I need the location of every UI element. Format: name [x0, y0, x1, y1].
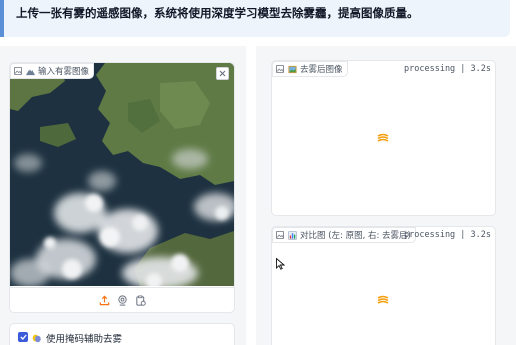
input-image-label-text: 输入有雾图像 — [38, 67, 90, 77]
webcam-icon[interactable] — [117, 294, 128, 306]
mask-option-label-text: 使用掩码辅助去雾 — [46, 334, 123, 345]
image-icon — [276, 65, 284, 73]
mouse-cursor-icon — [276, 258, 285, 270]
hazy-satellite-image[interactable] — [10, 63, 234, 286]
mountain-snow-icon — [26, 68, 35, 75]
image-icon — [14, 67, 22, 75]
mask-checkbox[interactable] — [18, 332, 28, 342]
right-column: 去雾后图像 processing | 3.2s 对比图 (左: 原图, 右: 去… — [256, 46, 516, 345]
satellite-image-graphic — [10, 63, 234, 286]
image-icon — [276, 231, 284, 239]
output-image-label-text: 去雾后图像 — [300, 65, 343, 75]
output-processing-status: processing | 3.2s — [404, 64, 491, 74]
mask-option-label[interactable]: 使用掩码辅助去雾 — [32, 331, 122, 345]
output-image-label: 去雾后图像 — [272, 61, 348, 77]
comparison-label: 对比图 (左: 原图, 右: 去雾后) — [272, 227, 416, 243]
banner-text: 上传一张有雾的遥感图像，系统将使用深度学习模型去除雾霾，提高图像质量。 — [16, 6, 419, 20]
image-source-toolbar — [10, 287, 234, 312]
masks-icon — [32, 334, 41, 342]
comparison-label-text: 对比图 (左: 原图, 右: 去雾后) — [300, 231, 411, 241]
left-column: 输入有雾图像 使用掩码辅助去雾 — [0, 46, 246, 345]
clear-image-button[interactable] — [216, 67, 229, 80]
loading-spinner-icon — [377, 133, 389, 142]
framed-picture-icon — [288, 65, 297, 73]
close-icon — [219, 70, 226, 77]
loading-spinner-icon — [377, 295, 389, 304]
comparison-panel: 对比图 (左: 原图, 右: 去雾后) processing | 3.2s — [271, 226, 496, 345]
bar-chart-icon — [288, 230, 297, 240]
clipboard-icon[interactable] — [135, 295, 146, 306]
check-icon — [19, 334, 27, 340]
mask-option-row[interactable]: 使用掩码辅助去雾 — [9, 323, 235, 345]
info-banner: 上传一张有雾的遥感图像，系统将使用深度学习模型去除雾霾，提高图像质量。 — [0, 0, 510, 37]
input-image-panel[interactable]: 输入有雾图像 — [9, 62, 235, 313]
upload-icon[interactable] — [99, 295, 110, 306]
comparison-processing-status: processing | 3.2s — [404, 230, 491, 240]
dehazed-output-panel: 去雾后图像 processing | 3.2s — [271, 60, 496, 216]
input-image-label: 输入有雾图像 — [10, 63, 95, 79]
